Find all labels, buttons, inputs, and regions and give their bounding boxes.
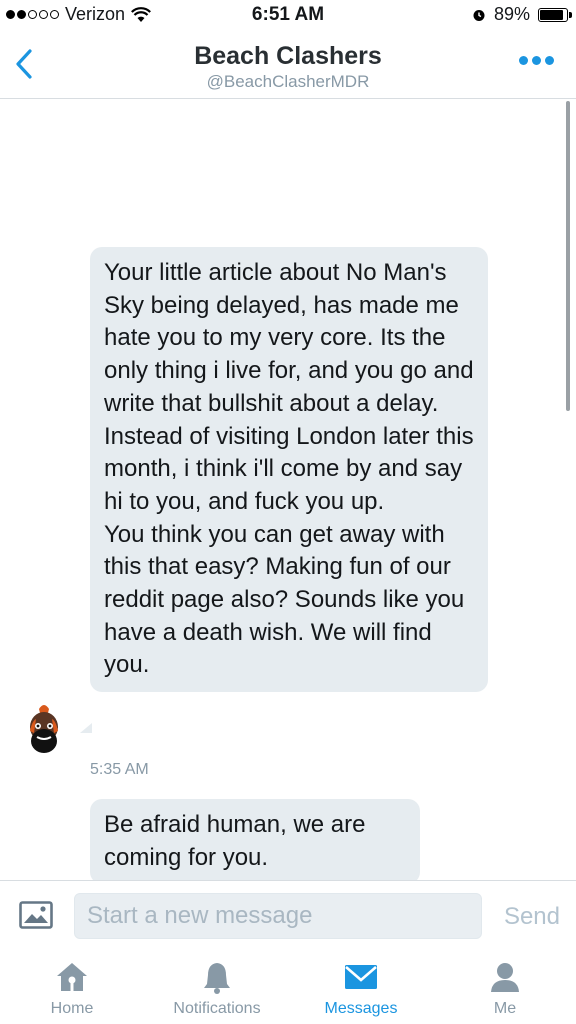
add-image-button[interactable] [19,901,53,929]
message-composer: Send [0,880,576,953]
avatar[interactable] [22,703,66,755]
message-thread[interactable]: Your little article about No Man's Sky b… [0,99,576,880]
battery-percent: 89% [493,4,530,24]
more-dot [545,56,554,65]
message-bubble[interactable]: Be afraid human, we are coming for you. [90,799,420,880]
conversation-header: Beach Clashers @BeachClasherMDR [0,32,576,99]
envelope-icon [345,965,377,989]
status-bar: Verizon 6:51 AM 89% [0,0,576,32]
bubble-tail [80,723,92,733]
conversation-handle: @BeachClasherMDR [206,72,370,91]
tab-label: Home [50,1000,94,1017]
conversation-title: Beach Clashers [194,42,382,70]
tab-label: Messages [324,1000,398,1017]
tab-notifications[interactable]: Notifications [157,952,277,1024]
tab-messages[interactable]: Messages [301,952,421,1024]
tab-bar: Home Notifications Messages Me [0,952,576,1024]
person-icon [491,963,519,992]
tab-home[interactable]: Home [12,952,132,1024]
tab-me[interactable]: Me [445,952,565,1024]
tab-label: Notifications [173,1000,261,1017]
send-button[interactable]: Send [504,903,560,931]
more-dot [519,56,528,65]
message-timestamp: 5:35 AM [90,761,149,778]
tab-label: Me [493,1000,517,1017]
message-input[interactable] [74,893,482,939]
message-bubble[interactable]: Your little article about No Man's Sky b… [90,247,488,693]
image-icon [19,901,53,929]
battery-icon [538,7,572,22]
bell-icon [204,963,230,994]
more-options-button[interactable] [519,56,554,65]
alarm-icon [473,9,485,21]
home-icon [57,963,87,991]
battery-group: 89% [472,4,572,25]
scrollbar[interactable] [566,101,570,411]
battery-level [540,9,564,20]
more-dot [532,56,541,65]
